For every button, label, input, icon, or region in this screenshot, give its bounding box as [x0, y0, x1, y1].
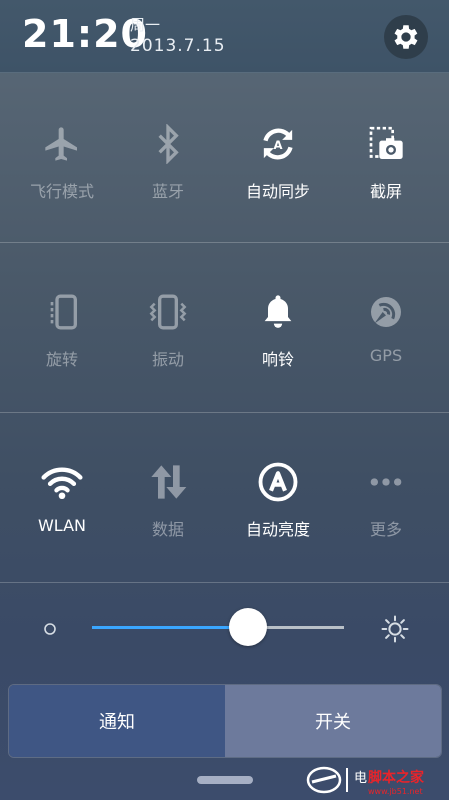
- tab-notifications[interactable]: 通知: [9, 685, 225, 757]
- toggle-screenshot[interactable]: 截屏: [336, 122, 436, 212]
- data-icon: [146, 460, 190, 504]
- airplane-icon: [40, 122, 84, 166]
- vibrate-icon: [146, 290, 190, 334]
- divider: [0, 242, 449, 243]
- svg-text:脚本之家: 脚本之家: [368, 769, 425, 786]
- brightness-slider[interactable]: [92, 608, 344, 646]
- auto-brightness-icon: [256, 460, 300, 504]
- toggle-label: 响铃: [261, 350, 294, 369]
- brightness-low-icon: [44, 623, 56, 635]
- gps-icon: [364, 290, 408, 334]
- bell-icon: [256, 290, 300, 334]
- toggle-auto-sync[interactable]: A 自动同步: [228, 122, 328, 212]
- toggle-airplane[interactable]: 飞行模式: [12, 122, 112, 212]
- status-header: 21:20 周一 2013.7.15: [0, 0, 449, 73]
- toggle-wlan[interactable]: WLAN: [12, 460, 112, 550]
- toggle-label: 数据: [151, 520, 184, 539]
- toggle-more[interactable]: 更多: [336, 460, 436, 550]
- bluetooth-icon: [146, 122, 190, 166]
- svg-text:www.jb51.net: www.jb51.net: [368, 787, 423, 796]
- settings-button[interactable]: [384, 15, 428, 59]
- divider: [0, 412, 449, 413]
- date-label: 2013.7.15: [130, 36, 226, 56]
- divider: [0, 582, 449, 583]
- toggle-rotate[interactable]: 旋转: [12, 290, 112, 380]
- toggle-label: WLAN: [37, 516, 86, 535]
- svg-text:电: 电: [354, 771, 367, 786]
- drag-handle[interactable]: [197, 776, 253, 784]
- tab-bar: 通知 开关: [8, 684, 442, 758]
- toggle-label: GPS: [369, 346, 403, 365]
- toggle-label: 更多: [369, 520, 402, 539]
- more-icon: [364, 460, 408, 504]
- tab-switches[interactable]: 开关: [225, 685, 441, 757]
- toggle-bluetooth[interactable]: 蓝牙: [118, 122, 218, 212]
- toggle-vibrate[interactable]: 振动: [118, 290, 218, 380]
- toggle-data[interactable]: 数据: [118, 460, 218, 550]
- toggle-gps[interactable]: GPS: [336, 290, 436, 380]
- screenshot-icon: [364, 122, 408, 166]
- toggle-auto-brightness[interactable]: 自动亮度: [228, 460, 328, 550]
- toggle-label: 飞行模式: [29, 182, 94, 201]
- toggle-label: 振动: [151, 350, 184, 369]
- rotate-icon: [40, 290, 84, 334]
- gear-icon: [394, 25, 418, 49]
- toggle-label: 旋转: [45, 350, 78, 369]
- brightness-slider-fill: [92, 626, 249, 629]
- toggle-label: 自动亮度: [245, 520, 310, 539]
- toggle-ring[interactable]: 响铃: [228, 290, 328, 380]
- toggle-label: 自动同步: [245, 182, 310, 201]
- toggle-label: 截屏: [369, 182, 402, 201]
- brightness-high-icon: [381, 615, 409, 643]
- brightness-slider-thumb[interactable]: [229, 608, 268, 646]
- toggle-label: 蓝牙: [151, 182, 184, 201]
- svg-text:A: A: [273, 138, 282, 152]
- watermark-logo: 电 脚本之家 www.jb51.net: [302, 760, 449, 800]
- wifi-icon: [40, 460, 84, 504]
- weekday-label: 周一: [130, 16, 161, 34]
- sync-icon: A: [256, 122, 300, 166]
